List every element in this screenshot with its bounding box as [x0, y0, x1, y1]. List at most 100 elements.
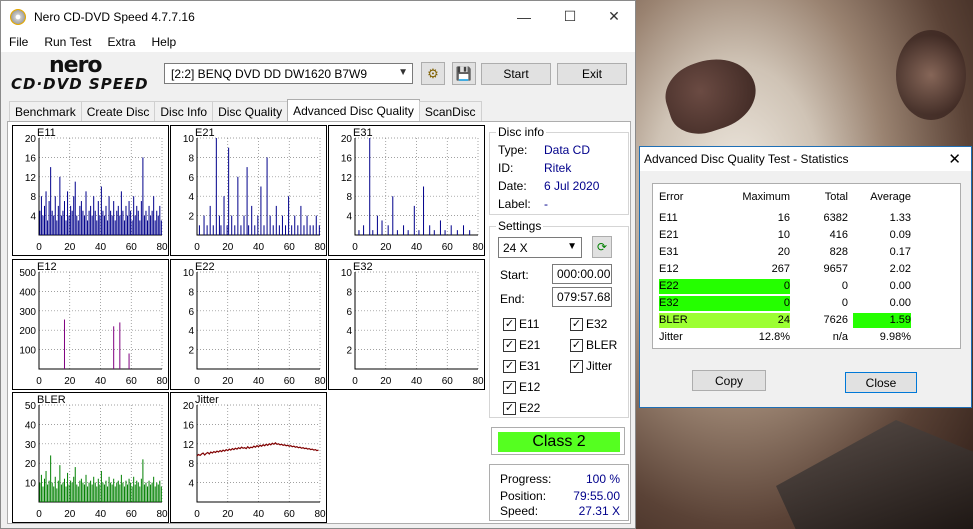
x-tick-label: 80 [472, 376, 484, 387]
menu-run-test[interactable]: Run Test [36, 35, 99, 49]
chart-bar [134, 215, 136, 235]
dialog-close-button[interactable]: Close [845, 372, 917, 393]
statistics-title-bar: Advanced Disc Quality Test - Statistics … [640, 147, 971, 171]
chart-bar [269, 215, 271, 235]
x-tick-label: 40 [95, 509, 107, 520]
chart-bar [150, 484, 152, 502]
table-row: E11 16 6382 1.33 [653, 210, 962, 227]
chart-bar [153, 196, 155, 235]
chart-bar [77, 486, 79, 502]
chart-bar [148, 205, 150, 235]
checkbox-e31[interactable]: ✓ E31 [503, 359, 540, 373]
chart-bar [429, 225, 431, 235]
chart-bar [73, 476, 75, 502]
chart-bar [51, 482, 53, 502]
table-cell: n/a [832, 331, 848, 343]
table-cell: E21 [659, 229, 679, 241]
chart-bar [59, 176, 61, 235]
close-button[interactable]: ✕ [591, 1, 637, 32]
chart-bar [128, 201, 130, 235]
chart-bar [116, 210, 118, 235]
eject-button[interactable]: ⚙ [421, 62, 445, 85]
menu-file[interactable]: File [1, 35, 36, 49]
tab-disc-info[interactable]: Disc Info [154, 101, 214, 121]
chart-bar [51, 210, 53, 235]
y-tick-label: 8 [30, 192, 36, 203]
table-cell: 12.8% [758, 331, 790, 343]
chart-bar [130, 210, 132, 235]
checkbox-bler[interactable]: ✓ BLER [570, 338, 617, 352]
chart-bar [50, 455, 52, 502]
chart-bar [76, 484, 78, 502]
y-tick-label: 6 [346, 307, 352, 318]
chart-bar [285, 225, 287, 235]
tab-scandisc[interactable]: ScanDisc [418, 101, 482, 121]
chart-bar [70, 205, 72, 235]
table-cell: E22 [659, 279, 735, 294]
tab-disc-quality[interactable]: Disc Quality [212, 101, 289, 121]
chart-bar [74, 181, 76, 235]
chart-title: E11 [37, 127, 56, 139]
menu-help[interactable]: Help [144, 35, 185, 49]
checkbox-e11[interactable]: ✓ E11 [503, 317, 539, 331]
menu-extra[interactable]: Extra [99, 35, 143, 49]
minimize-button[interactable]: — [501, 1, 547, 32]
refresh-speed-button[interactable]: ⟳ [592, 236, 612, 258]
chart-bar [160, 220, 162, 235]
y-tick-label: 12 [183, 440, 195, 451]
chart-bar [77, 220, 79, 235]
chart-bar [297, 225, 299, 235]
checkbox-e32[interactable]: ✓ E32 [570, 317, 607, 331]
checkbox-jitter[interactable]: ✓ Jitter [570, 359, 612, 373]
chart-jitter: Jitter 20 16 12 8 4 0 20 40 60 80 [170, 392, 327, 523]
copy-button[interactable]: Copy [692, 370, 766, 391]
dialog-close-icon[interactable]: ✕ [948, 150, 961, 168]
column-header: Total [824, 191, 848, 203]
checkbox-e11-label: E11 [519, 317, 540, 331]
type-value: Data CD [544, 143, 591, 157]
chart-bar [87, 220, 89, 235]
x-tick-label: 60 [442, 242, 454, 253]
tab-benchmark[interactable]: Benchmark [9, 101, 82, 121]
exit-button[interactable]: Exit [557, 63, 627, 85]
table-cell: 0 [735, 296, 790, 311]
chart-bar [407, 230, 409, 235]
chart-bar [147, 486, 149, 502]
x-tick-label: 0 [194, 376, 200, 387]
tab-advanced-disc-quality[interactable]: Advanced Disc Quality [287, 99, 420, 121]
chart-bar [100, 186, 102, 235]
y-tick-label: 2 [188, 346, 194, 357]
chart-bar [125, 205, 127, 235]
checkbox-e12[interactable]: ✓ E12 [503, 380, 540, 394]
checkbox-e21[interactable]: ✓ E21 [503, 338, 540, 352]
chart-bar [128, 353, 130, 369]
save-button[interactable]: 💾 [452, 62, 476, 85]
chart-bar [47, 220, 49, 235]
start-time-input[interactable]: 000:00.00 [552, 264, 612, 284]
chart-bar [318, 225, 320, 235]
chart-bar [54, 196, 56, 235]
y-tick-label: 400 [19, 287, 36, 298]
checkbox-e22[interactable]: ✓ E22 [503, 401, 540, 415]
chart-bar [87, 486, 89, 502]
chart-bar [288, 196, 290, 235]
start-button[interactable]: Start [481, 63, 551, 85]
checkbox-e31-label: E31 [519, 359, 541, 373]
chart-bar [131, 220, 133, 235]
chart-bar [263, 225, 265, 235]
maximize-button[interactable]: ☐ [547, 1, 593, 32]
chart-bar [223, 196, 225, 235]
drive-select[interactable]: [2:2] BENQ DVD DD DW1620 B7W9 ▼ [164, 63, 413, 84]
speed-select[interactable]: 24 X ▼ [498, 237, 582, 258]
y-tick-label: 16 [341, 153, 353, 164]
settings-heading: Settings [496, 219, 544, 233]
chart-bar [257, 215, 259, 235]
table-cell: E11 [659, 212, 678, 224]
x-tick-label: 0 [352, 376, 358, 387]
chart-bar [117, 480, 119, 502]
chart-bar [120, 474, 122, 502]
end-time-input[interactable]: 079:57.68 [552, 287, 612, 307]
chart-bar [97, 201, 99, 235]
tab-create-disc[interactable]: Create Disc [80, 101, 156, 121]
chart-bar [82, 482, 84, 502]
